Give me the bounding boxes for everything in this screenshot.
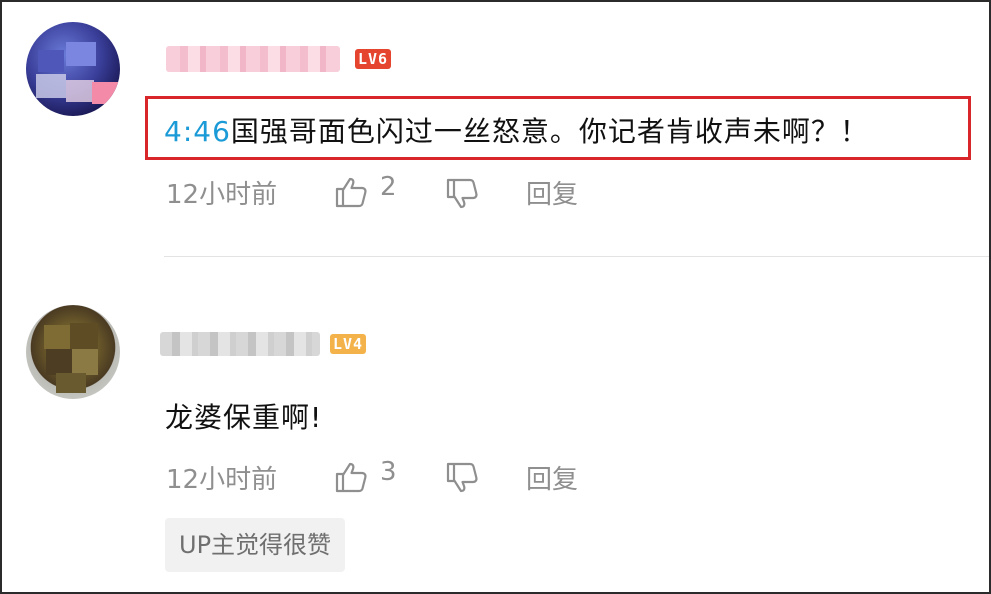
level-badge: LV4 [330, 334, 367, 354]
username-blurred[interactable] [160, 332, 320, 356]
like-count: 3 [380, 457, 397, 487]
comment-text: 龙婆保重啊! [165, 401, 323, 434]
time-ago: 12小时前 [166, 180, 278, 210]
comment-body: 国强哥面色闪过一丝怒意。你记者肯收声未啊？！ [230, 115, 869, 148]
thumbs-up-icon[interactable] [334, 461, 368, 493]
timestamp-link[interactable]: 4:46 [164, 115, 231, 148]
level-badge: LV6 [355, 49, 392, 69]
comment-panel: LV6 4:46国强哥面色闪过一丝怒意。你记者肯收声未啊？！ 12小时前 2 回… [0, 0, 991, 594]
avatar[interactable] [26, 22, 120, 116]
thumbs-up-icon[interactable] [334, 176, 368, 208]
reply-button[interactable]: 回复 [526, 459, 578, 496]
thumbs-down-icon[interactable] [445, 462, 479, 494]
time-ago: 12小时前 [166, 465, 278, 495]
up-liked-badge: UP主觉得很赞 [165, 518, 346, 572]
username-blurred[interactable] [166, 46, 340, 72]
thumbs-down-icon[interactable] [445, 178, 479, 210]
divider [164, 256, 989, 257]
like-count: 2 [380, 172, 397, 202]
comment-text: 4:46国强哥面色闪过一丝怒意。你记者肯收声未啊？！ [164, 110, 869, 150]
reply-button[interactable]: 回复 [526, 174, 578, 211]
avatar[interactable] [26, 305, 120, 399]
